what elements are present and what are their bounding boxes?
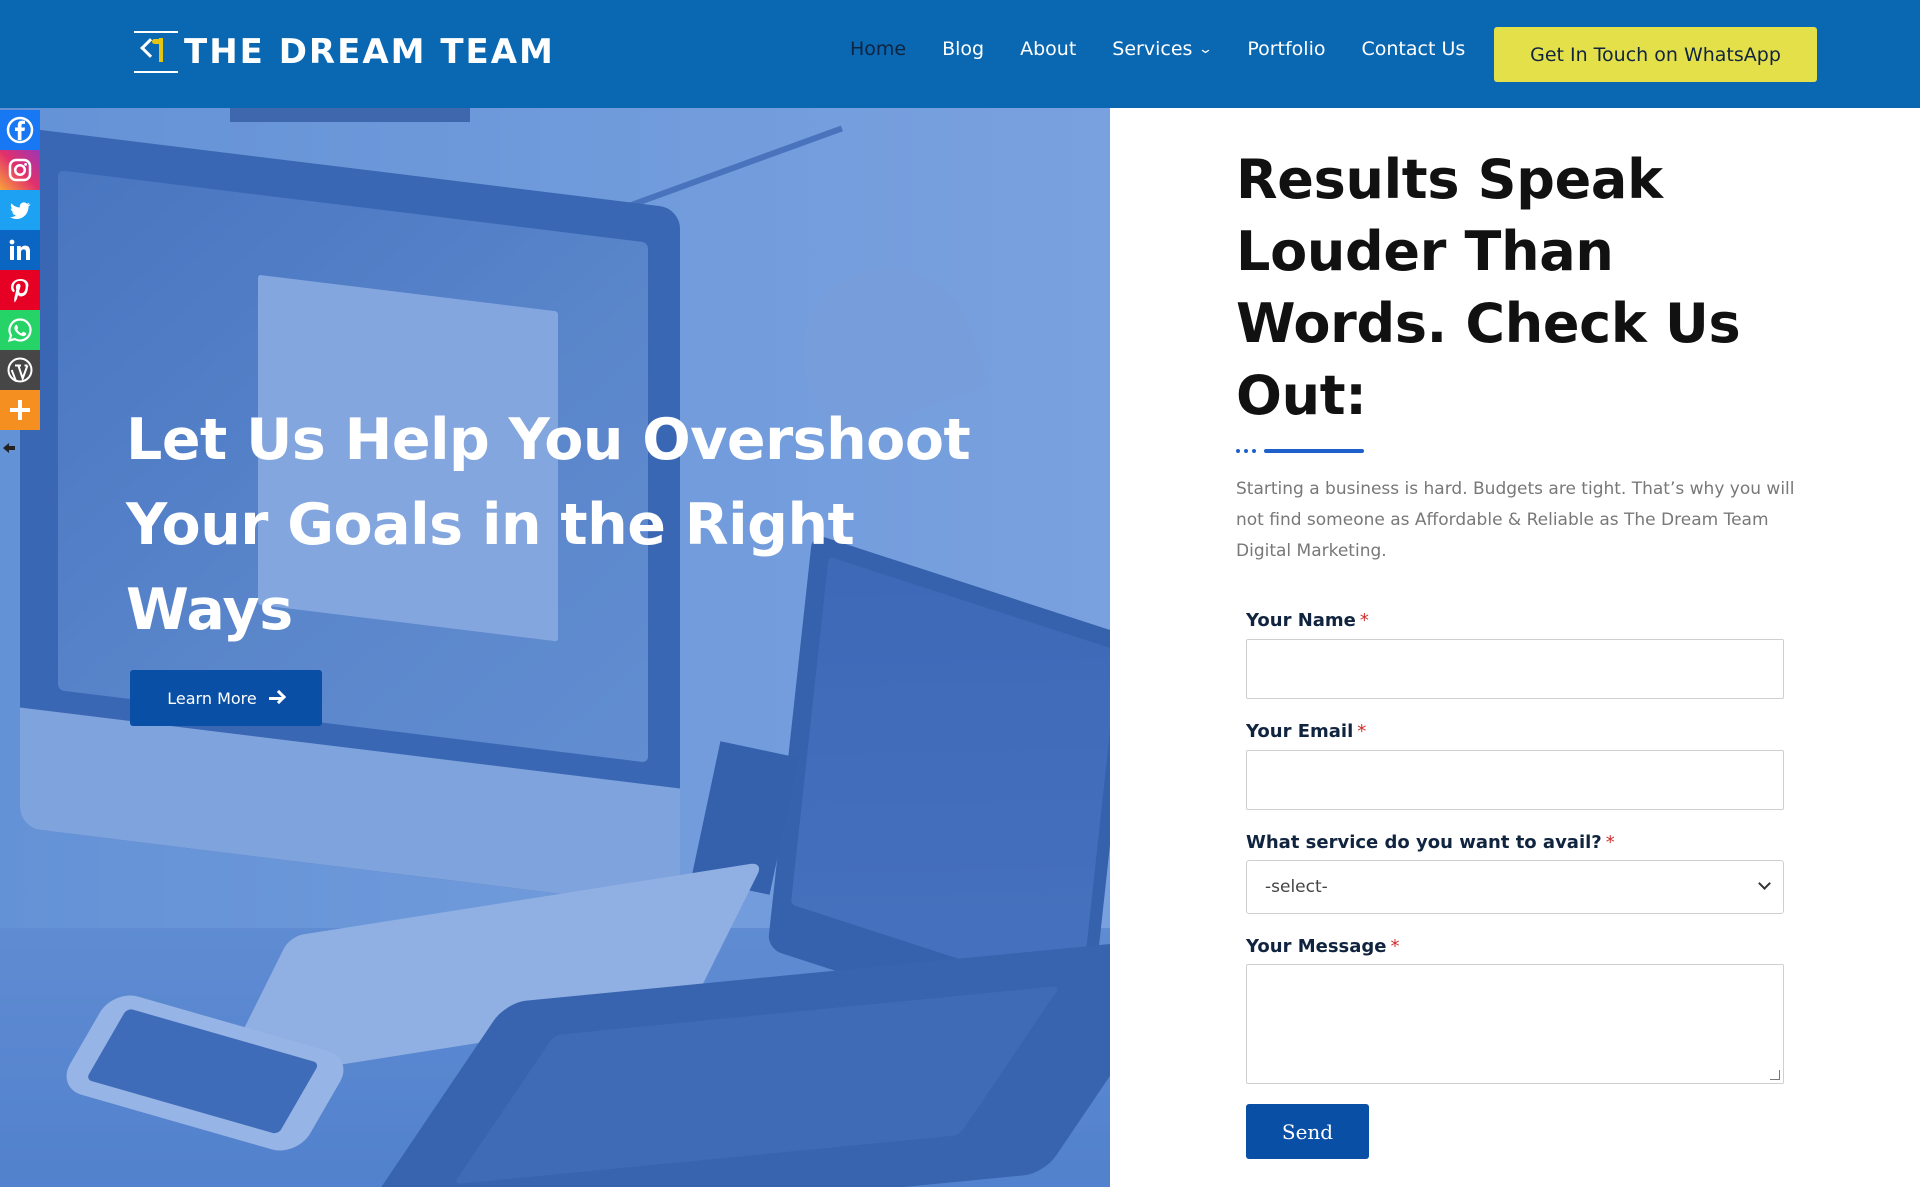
required-mark: * — [1357, 721, 1367, 742]
linkedin-icon — [9, 239, 30, 260]
wordpress-icon — [7, 357, 33, 383]
main-nav: Home Blog About Services ⌄ Portfolio Con… — [850, 38, 1501, 60]
message-label-text: Your Message — [1246, 936, 1387, 957]
brand-name: THE DREAM TEAM — [184, 32, 555, 72]
nav-item-portfolio[interactable]: Portfolio — [1247, 38, 1325, 60]
learn-more-label: Learn More — [167, 688, 257, 708]
logo-icon — [134, 30, 178, 74]
email-label: Your Email * — [1246, 721, 1366, 742]
intro-text: Starting a business is hard. Budgets are… — [1236, 479, 1795, 561]
email-label-text: Your Email — [1246, 721, 1354, 742]
chevron-down-icon — [1758, 877, 1771, 890]
nav-item-services[interactable]: Services ⌄ — [1112, 38, 1214, 60]
service-select-value: -select- — [1265, 877, 1328, 897]
whatsapp-share-button[interactable] — [0, 310, 40, 350]
pinterest-share-button[interactable] — [0, 270, 40, 310]
arrow-right-icon — [268, 689, 286, 705]
message-label: Your Message * — [1246, 936, 1400, 957]
results-title: Results Speak Louder Than Words. Check U… — [1236, 148, 1741, 427]
nav-item-home[interactable]: Home — [850, 38, 906, 60]
nav-item-about[interactable]: About — [1020, 38, 1076, 60]
learn-more-button[interactable]: Learn More — [130, 670, 322, 726]
hero-title: Let Us Help You Overshoot Your Goals in … — [126, 407, 971, 643]
linkedin-share-button[interactable] — [0, 230, 40, 270]
name-field[interactable] — [1246, 639, 1784, 699]
chevron-down-icon: ⌄ — [1198, 41, 1214, 57]
service-label-text: What service do you want to avail? — [1246, 832, 1602, 853]
resize-handle-icon[interactable] — [1770, 1070, 1780, 1080]
social-share-bar — [0, 110, 40, 430]
required-mark: * — [1359, 610, 1369, 631]
collapse-arrow-icon[interactable] — [2, 442, 16, 454]
plus-icon — [10, 400, 30, 420]
send-button[interactable]: Send — [1246, 1104, 1369, 1159]
required-mark: * — [1605, 832, 1615, 853]
whatsapp-icon — [7, 318, 32, 343]
required-mark: * — [1390, 936, 1400, 957]
nav-item-blog[interactable]: Blog — [942, 38, 984, 60]
nav-item-contact-us[interactable]: Contact Us — [1362, 38, 1466, 60]
service-label: What service do you want to avail? * — [1246, 832, 1615, 853]
pinterest-icon — [11, 279, 29, 303]
twitter-icon — [10, 202, 31, 219]
instagram-share-button[interactable] — [0, 150, 40, 190]
twitter-share-button[interactable] — [0, 190, 40, 230]
nav-item-services-label: Services — [1112, 38, 1193, 60]
title-divider — [1236, 449, 1366, 453]
more-share-button[interactable] — [0, 390, 40, 430]
whatsapp-cta-button[interactable]: Get In Touch on WhatsApp — [1494, 27, 1817, 82]
name-label: Your Name * — [1246, 610, 1369, 631]
facebook-icon — [6, 116, 34, 144]
name-label-text: Your Name — [1246, 610, 1356, 631]
site-logo[interactable]: THE DREAM TEAM — [134, 30, 555, 74]
facebook-share-button[interactable] — [0, 110, 40, 150]
message-field[interactable] — [1246, 964, 1784, 1084]
instagram-icon — [8, 158, 32, 182]
service-select[interactable]: -select- — [1246, 860, 1784, 914]
site-header: THE DREAM TEAM Home Blog About Services … — [0, 0, 1920, 108]
email-field[interactable] — [1246, 750, 1784, 810]
wordpress-share-button[interactable] — [0, 350, 40, 390]
